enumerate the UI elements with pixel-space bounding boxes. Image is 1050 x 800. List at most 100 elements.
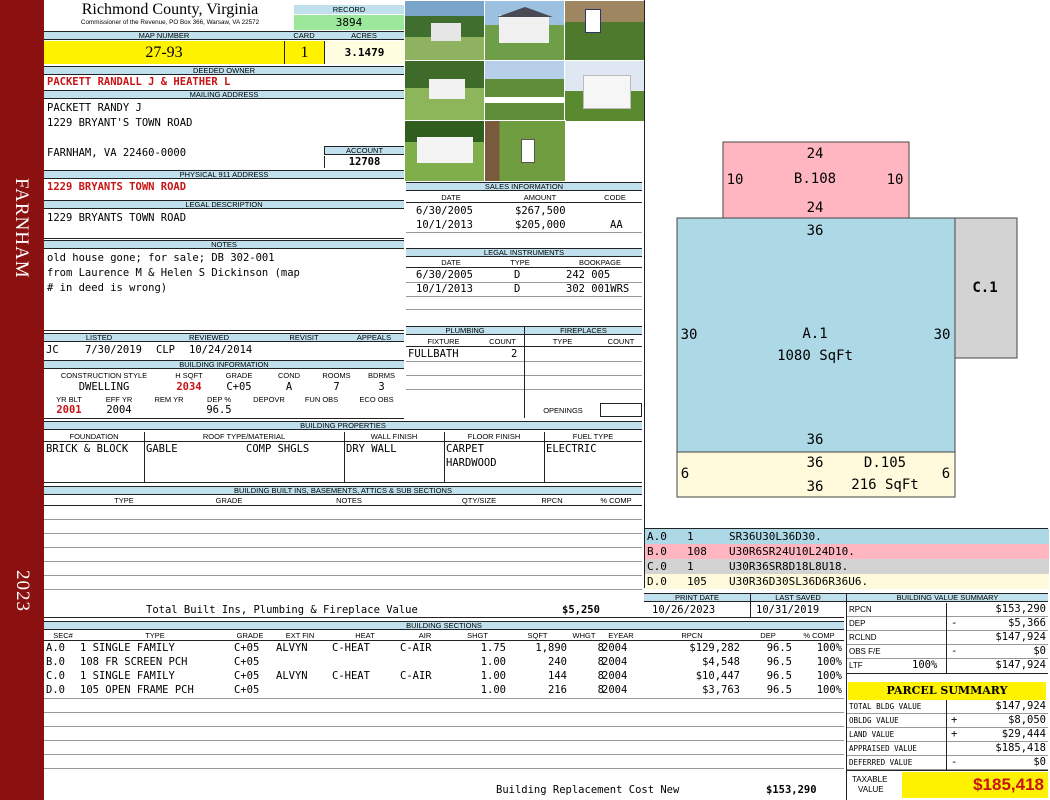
section-cell-ext: ALVYN [276,642,308,654]
section-cell-eyear: 2004 [602,642,628,654]
section-cell-eyear: 2004 [602,670,628,682]
card-number: 1 [284,41,324,64]
sec-header: SHGT [467,631,488,640]
section-cell-dep: 96.5 [766,670,792,682]
section-cell-ext: ALVYN [276,670,308,682]
section-cell-eyear: 2004 [602,656,628,668]
roof-material: COMP SHGLS [246,443,310,455]
section-cell-type: 1 SINGLE FAMILY [80,670,175,682]
fireplace-count-label: COUNT [607,337,635,346]
reviewed-label: REVIEWED [154,333,264,342]
sections-title: BUILDING SECTIONS [44,621,844,630]
fireplace-type-label: TYPE [552,337,573,346]
bp-header-foundation: FOUNDATION [69,432,119,441]
sec-header: DEP [760,631,776,640]
notes-line-1: old house gone; for sale; DB 302-001 [47,252,275,264]
section-row: D.0 105 OPEN FRAME PCH C+05 1.00 216 8 2004 $3,… [44,683,844,697]
legal-instruments-title: LEGAL INSTRUMENTS [406,248,642,257]
parcel-row-value: $147,924 [995,700,1046,712]
li-date: 10/1/2013 [416,283,473,295]
li-header-bookpage: BOOKPAGE [579,258,621,267]
bi-header-dep: DEP % [206,395,232,404]
mailing-address-label: MAILING ADDRESS [44,90,404,99]
deeded-owner-label: DEEDED OWNER [44,66,404,75]
parcel-row-value: $185,418 [995,742,1046,754]
section-cell-dep: 96.5 [766,642,792,654]
parcel-row: APPRAISED VALUE $185,418 [847,742,1048,756]
sketch-dim: 6 [681,466,689,482]
sec-header: TYPE [145,631,165,640]
sales-amount: $267,500 [515,205,566,217]
sketch-svg: 24 10 B.108 10 24 36 30 A.1 30 1080 SqFt… [676,141,1018,498]
property-photo [404,60,486,122]
wall-finish: DRY WALL [346,443,397,455]
sec-header: EXT FIN [285,631,315,640]
vs-ltr: $147,924 [995,659,1046,671]
sketch-dim: 30 [681,327,698,343]
parcel-row-label: DEFERRED VALUE [849,758,913,767]
sidebar: FARNHAM 2023 [0,0,44,800]
bp-header-fuel: FUEL TYPE [572,432,614,441]
acres-label: ACRES [324,31,404,40]
bi-header-remyr: REM YR [154,395,184,404]
section-row: C.0 1 SINGLE FAMILY C+05 ALVYN C-HEAT C-AIR 1.… [44,669,844,683]
parcel-row-value: $8,050 [1008,714,1046,726]
bi-header-hsqft: H SQFT [175,371,203,380]
section-cell-whgt: 8 [597,642,604,654]
bp-header-wall: WALL FINISH [370,432,418,441]
sketch-dim: 10 [727,172,744,188]
map-number: 27-93 [44,41,284,64]
reviewed-by: CLP [156,344,175,356]
county-name: Richmond County, Virginia [81,1,259,18]
photo-gallery [404,0,646,182]
sketch-label: D.105 [864,455,906,471]
sec-header: SEC# [53,631,73,640]
sketch-key-row: C.0 1 U30R36SR8D18L8U18. [645,559,1049,574]
sketch-dim: 30 [934,327,951,343]
sales-date: 6/30/2005 [416,205,473,217]
section-cell-grade: C+05 [234,642,260,654]
section-cell-dep: 96.5 [766,656,792,668]
bins-header-qty: QTY/SIZE [461,496,497,505]
value-summary-title: BUILDING VALUE SUMMARY [847,593,1048,602]
sketch-dim: 6 [942,466,950,482]
commissioner-line: Commissioner of the Revenue, PO Box 366,… [80,19,260,26]
li-type: D [514,269,521,281]
rooms: 7 [333,381,340,393]
sales-date: 10/1/2013 [416,219,473,231]
replacement-cost-label: Building Replacement Cost New [496,784,680,796]
vs-rpcn: $153,290 [995,603,1046,615]
section-cell-sqft: 216 [548,684,567,696]
print-date: 10/26/2023 [652,604,716,616]
sketch-dim: 36 [807,223,824,239]
parcel-row: OBLDG VALUE + $8,050 [847,714,1048,728]
map-number-label: MAP NUMBER [44,31,284,40]
parcel-row: TOTAL BLDG VALUE $147,924 [847,700,1048,714]
parcel-row: LAND VALUE + $29,444 [847,728,1048,742]
reviewed-date: 10/24/2014 [189,344,253,356]
section-cell-sec: D.0 [46,684,65,696]
parcel-summary-title: PARCEL SUMMARY [848,682,1046,700]
acres-value: 3.1479 [324,41,404,64]
li-bookpage: 242 005 [566,269,611,281]
section-cell-rpcn: $129,282 [689,642,740,654]
construction-style: DWELLING [78,381,130,393]
bins-header-type: TYPE [114,496,134,505]
depreciation-pct: 96.5 [206,404,232,416]
physical-address: 1229 BRYANTS TOWN ROAD [47,181,187,193]
sketch-label: C.1 [972,280,997,296]
floor-finish: CARPET [446,443,484,455]
section-cell-rpcn: $4,548 [702,656,740,668]
section-cell-heat: C-HEAT [332,642,370,654]
section-cell-whgt: 8 [597,656,604,668]
section-cell-air: C-AIR [400,670,432,682]
floor-finish: HARDWOOD [446,457,497,469]
sales-amount: $205,000 [515,219,566,231]
parcel-row-value: $29,444 [1001,728,1046,740]
section-cell-shgt: 1.75 [480,642,506,654]
plumbing-title: PLUMBING [406,326,524,335]
bi-header-cond: COND [277,371,301,380]
notes-line-3: # in deed is wrong) [47,282,168,294]
section-cell-dep: 96.5 [766,684,792,696]
bins-header-comp: % COMP [600,496,632,505]
